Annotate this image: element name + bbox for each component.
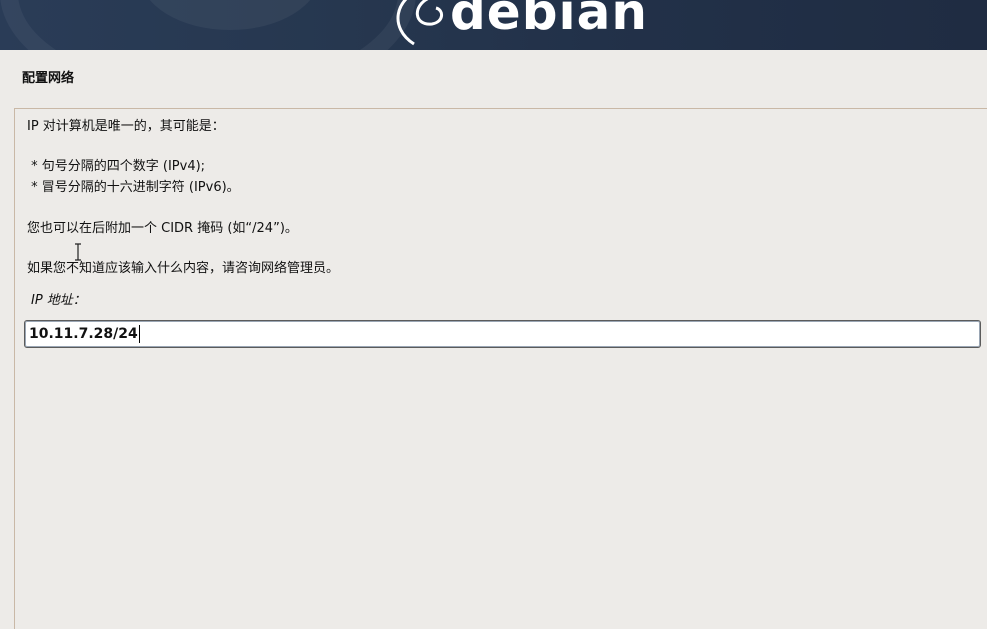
ip-address-value: 10.11.7.28/24 (29, 326, 138, 342)
page-title: 配置网络 (22, 71, 75, 86)
ip-address-input[interactable]: 10.11.7.28/24 (24, 320, 981, 348)
ip-address-label: IP 地址： (31, 293, 86, 308)
description-cidr: 您也可以在后附加一个 CIDR 掩码 (如“/24”)。 (27, 221, 298, 236)
text-cursor-icon (75, 243, 81, 261)
description-bullet-ipv6: * 冒号分隔的十六进制字符 (IPv6)。 (27, 180, 240, 195)
description-bullet-ipv4: * 句号分隔的四个数字 (IPv4); (27, 159, 206, 174)
text-caret (138, 325, 140, 343)
description-contact-admin: 如果您不知道应该输入什么内容，请咨询网络管理员。 (27, 261, 340, 276)
description-line: IP 对计算机是唯一的，其可能是： (27, 119, 225, 134)
debian-banner: debian (0, 0, 987, 50)
debian-logo-text: debian (450, 0, 648, 41)
